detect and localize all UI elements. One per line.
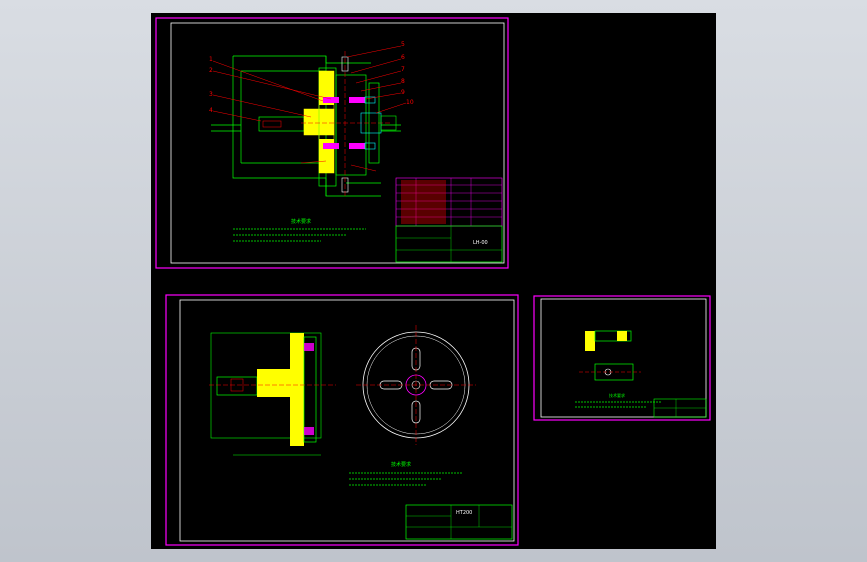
small-part-title-block <box>653 398 707 418</box>
balloon-7: 7 <box>401 66 405 73</box>
disc-title-block: HT200 <box>405 504 513 540</box>
sheet-assembly[interactable]: 1 2 3 4 5 6 7 8 9 10 技术要求 LH-00 <box>155 17 509 269</box>
small-part-notes: 技术要求 <box>575 392 661 408</box>
disc-notes-title: 技术要求 <box>391 461 411 468</box>
balloon-2: 2 <box>209 67 213 74</box>
assembly-title-block: LH-00 <box>395 177 503 263</box>
disc-material: HT200 <box>456 510 472 516</box>
balloon-3: 3 <box>209 91 213 98</box>
input-shaft <box>258 116 305 132</box>
sheet-part-disc[interactable]: 技术要求 HT200 <box>165 294 519 546</box>
balloon-8: 8 <box>401 78 405 85</box>
disc-front-view <box>356 325 476 445</box>
balloon-9: 9 <box>401 89 405 96</box>
balloon-1: 1 <box>209 56 213 63</box>
disc-notes: 技术要求 <box>349 461 463 486</box>
balloon-10: 10 <box>406 99 414 106</box>
balloon-6: 6 <box>401 54 405 61</box>
disc-side-section <box>209 332 336 456</box>
assembly-notes-title: 技术要求 <box>291 218 311 225</box>
small-part-notes-title: 技术要求 <box>609 392 625 398</box>
assembly-notes: 技术要求 <box>233 218 366 242</box>
sheet-part-small[interactable]: 技术要求 <box>533 295 711 421</box>
small-part-section <box>579 330 641 381</box>
balloon-4: 4 <box>209 107 213 114</box>
left-hub <box>303 67 337 187</box>
balloon-leaders <box>212 45 407 172</box>
drawing-sheets: 1 2 3 4 5 6 7 8 9 10 技术要求 LH-00 技术要求 HT2… <box>155 17 711 546</box>
assembly-drawing-code: LH-00 <box>473 240 488 246</box>
balloon-5: 5 <box>401 41 405 48</box>
cad-viewport[interactable]: 1 2 3 4 5 6 7 8 9 10 技术要求 LH-00 技术要求 HT2… <box>151 13 716 549</box>
